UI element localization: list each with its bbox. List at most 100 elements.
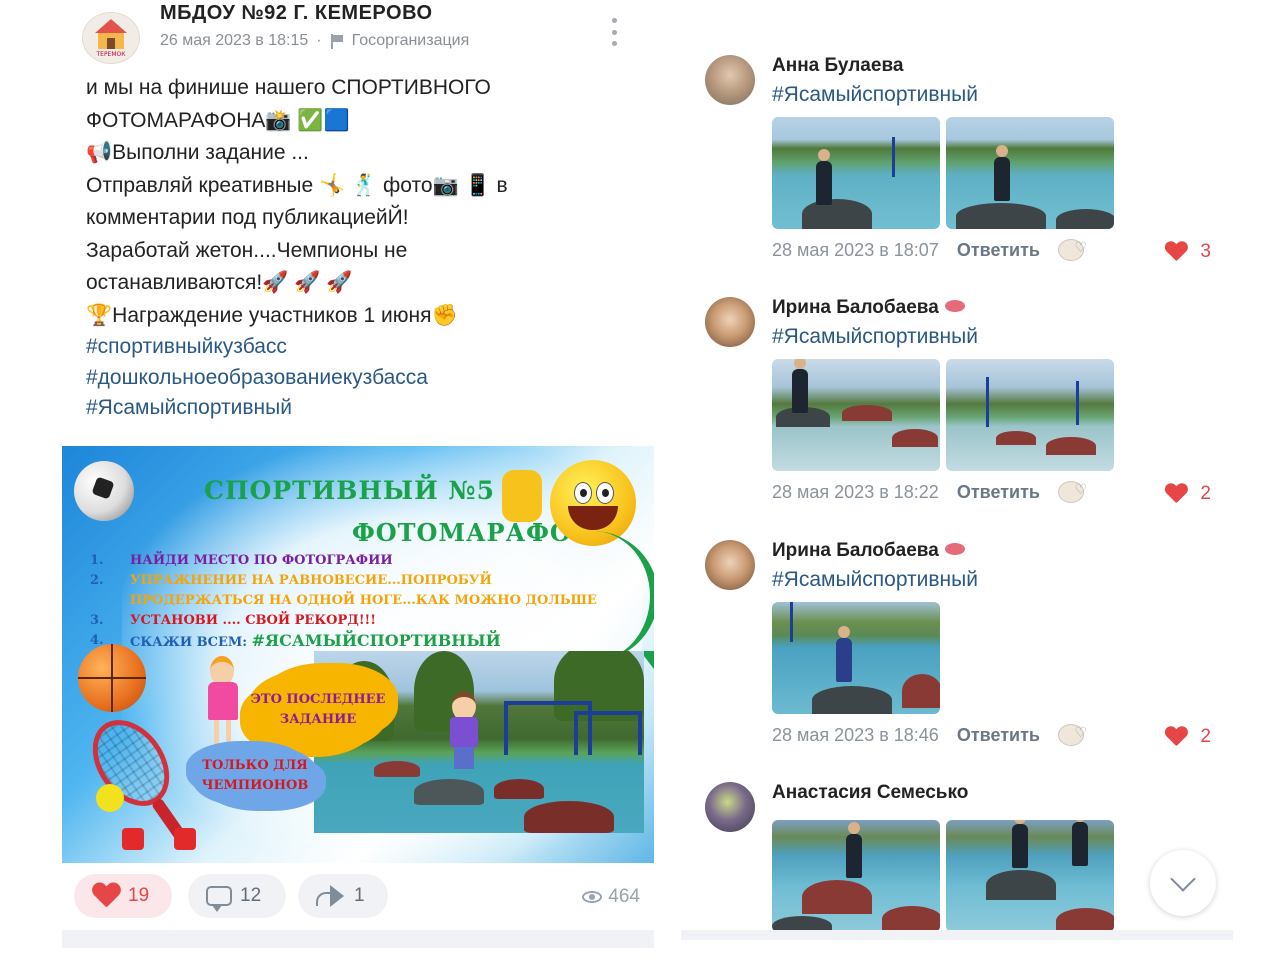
hashtag-link[interactable]: #дошкольноеобразованиекузбасса [86, 363, 626, 394]
like-count: 19 [128, 885, 150, 906]
comment-photo[interactable] [946, 359, 1114, 471]
avatar[interactable] [705, 782, 755, 832]
comment-author[interactable]: Ирина Балобаева [772, 540, 965, 562]
heart-icon [92, 883, 120, 909]
cloud-last-task: ЭТО ПОСЛЕДНЕЕ ЗАДАНИЕ [248, 669, 388, 751]
group-name[interactable]: МБДОУ №92 Г. КЕМЕРОВО [160, 2, 433, 25]
avatar[interactable] [705, 297, 755, 347]
comment-meta: 28 мая 2023 в 18:22 Ответить [772, 481, 1087, 503]
liked-by-icon[interactable] [1058, 239, 1087, 261]
comment-photo[interactable] [772, 117, 940, 229]
post-text: и мы на финише нашего СПОРТИВНОГО ФОТОМА… [86, 72, 626, 424]
comment-photos [772, 602, 940, 714]
banner-task: СКАЖИ ВСЕМ: #ЯСАМЫЙСПОРТИВНЫЙ [130, 631, 501, 650]
comment-meta: 28 мая 2023 в 18:46 Ответить [772, 724, 1087, 746]
comment-date[interactable]: 28 мая 2023 в 18:07 [772, 240, 939, 261]
share-count: 1 [354, 885, 365, 906]
dumbbell-icon [122, 828, 212, 850]
post-meta: 26 мая 2023 в 18:15 · Госорганизация [160, 32, 469, 50]
hashtag-link[interactable]: #Ясамыйспортивный [86, 393, 626, 424]
house-icon [98, 33, 124, 49]
like-button[interactable]: 19 [74, 874, 172, 918]
post-text-line: Отправляй креативные 🤸 🕺 фото📷 📱 в [86, 173, 508, 197]
post-text-line: ФОТОМАРАФОНА📸 ✅🟦 [86, 108, 350, 132]
liked-by-icon[interactable] [1058, 724, 1087, 746]
hashtag-link[interactable]: #спортивныйкузбасс [86, 332, 626, 363]
divider [62, 930, 654, 948]
comment-icon [206, 886, 232, 912]
comment-photo[interactable] [772, 602, 940, 714]
soccer-ball-icon [74, 461, 134, 521]
post-date[interactable]: 26 мая 2023 в 18:15 [160, 32, 308, 50]
comment-photo[interactable] [946, 117, 1114, 229]
banner-title: СПОРТИВНЫЙ №5 [204, 476, 495, 505]
avatar-caption: ТЕРЕМОК [96, 51, 126, 58]
comment-date[interactable]: 28 мая 2023 в 18:22 [772, 482, 939, 503]
reply-button[interactable]: Ответить [957, 240, 1040, 261]
house-roof-icon [95, 19, 127, 33]
comment-author[interactable]: Ирина Балобаева [772, 297, 965, 319]
scroll-down-button[interactable] [1150, 850, 1216, 916]
comment-like-button[interactable]: 2 [1162, 481, 1211, 507]
hashtag-link[interactable]: #Ясамыйспортивный [772, 568, 978, 592]
meta-separator: · [316, 32, 322, 49]
comment-author[interactable]: Анна Булаева [772, 55, 903, 77]
comment-photo[interactable] [772, 820, 940, 932]
heart-icon [1165, 484, 1187, 505]
badge-icon [944, 300, 965, 312]
reply-button[interactable]: Ответить [957, 725, 1040, 746]
comment-count: 12 [240, 885, 262, 906]
views-counter: 464 [582, 886, 640, 908]
girl-illustration [202, 656, 242, 746]
comment-photos [772, 359, 1114, 471]
post-text-line: 🏆Награждение участников 1 июня✊ [86, 303, 458, 327]
comment-photo[interactable] [946, 820, 1114, 932]
comment-like-count: 2 [1200, 483, 1211, 504]
liked-by-icon[interactable] [1058, 481, 1087, 503]
basketball-icon [78, 644, 146, 712]
comment-photos [772, 820, 1114, 932]
heart-icon [1165, 242, 1187, 263]
eye-icon [582, 891, 603, 903]
cloud-champions: ТОЛЬКО ДЛЯ ЧЕМПИОНОВ [192, 745, 318, 807]
views-count: 464 [608, 886, 640, 907]
post-image-banner[interactable]: СПОРТИВНЫЙ №5 ФОТОМАРАФОН 1. НАЙДИ МЕСТО … [62, 446, 654, 863]
more-icon[interactable] [610, 18, 618, 46]
comments-panel: Анна Булаева #Ясамыйспортивный 28 мая 20… [681, 0, 1233, 940]
share-icon [316, 885, 346, 907]
comment-date[interactable]: 28 мая 2023 в 18:46 [772, 725, 939, 746]
thumbs-up-icon [502, 470, 542, 522]
comment-author[interactable]: Анастасия Семесько [772, 782, 968, 804]
post-actions: 19 12 1 464 [74, 874, 644, 920]
hashtag-link[interactable]: #Ясамыйспортивный [772, 83, 978, 107]
post-header: ТЕРЕМОК МБДОУ №92 Г. КЕМЕРОВО 26 мая 202… [82, 2, 642, 64]
reply-button[interactable]: Ответить [957, 482, 1040, 503]
chevron-down-icon [1170, 866, 1196, 892]
comment-like-button[interactable]: 3 [1162, 239, 1211, 265]
hashtag-link[interactable]: #Ясамыйспортивный [772, 325, 978, 349]
comment-like-button[interactable]: 2 [1162, 724, 1211, 750]
avatar[interactable] [705, 540, 755, 590]
post-text-line: и мы на финише нашего СПОРТИВНОГО [86, 76, 491, 99]
badge-icon [944, 543, 965, 555]
org-type: Госорганизация [351, 32, 470, 49]
comment-photos [772, 117, 1114, 229]
group-avatar[interactable]: ТЕРЕМОК [82, 12, 140, 64]
heart-icon [1165, 727, 1187, 748]
comment-like-count: 2 [1200, 726, 1211, 747]
share-button[interactable]: 1 [298, 874, 388, 918]
comment-like-count: 3 [1200, 241, 1211, 262]
post-card: ТЕРЕМОК МБДОУ №92 Г. КЕМЕРОВО 26 мая 202… [62, 0, 654, 948]
post-text-line: комментарии под публикациейЙ! [86, 206, 409, 229]
avatar[interactable] [705, 55, 755, 105]
banner-task: УСТАНОВИ .... СВОЙ РЕКОРД!!! [130, 613, 376, 628]
comment-button[interactable]: 12 [188, 874, 286, 918]
banner-task: НАЙДИ МЕСТО ПО ФОТОГРАФИИ [130, 553, 393, 568]
post-text-line: 📢Выполни задание ... [86, 141, 309, 164]
banner-task: УПРАЖНЕНИЕ НА РАВНОВЕСИЕ...ПОПРОБУЙ ПРОД… [130, 573, 597, 608]
comment-photo[interactable] [772, 359, 940, 471]
post-text-line: Заработай жетон....Чемпионы не [86, 238, 408, 262]
flag-icon [330, 34, 344, 49]
post-text-line: останавливаются!🚀 🚀 🚀 [86, 271, 353, 294]
divider [681, 930, 1233, 940]
